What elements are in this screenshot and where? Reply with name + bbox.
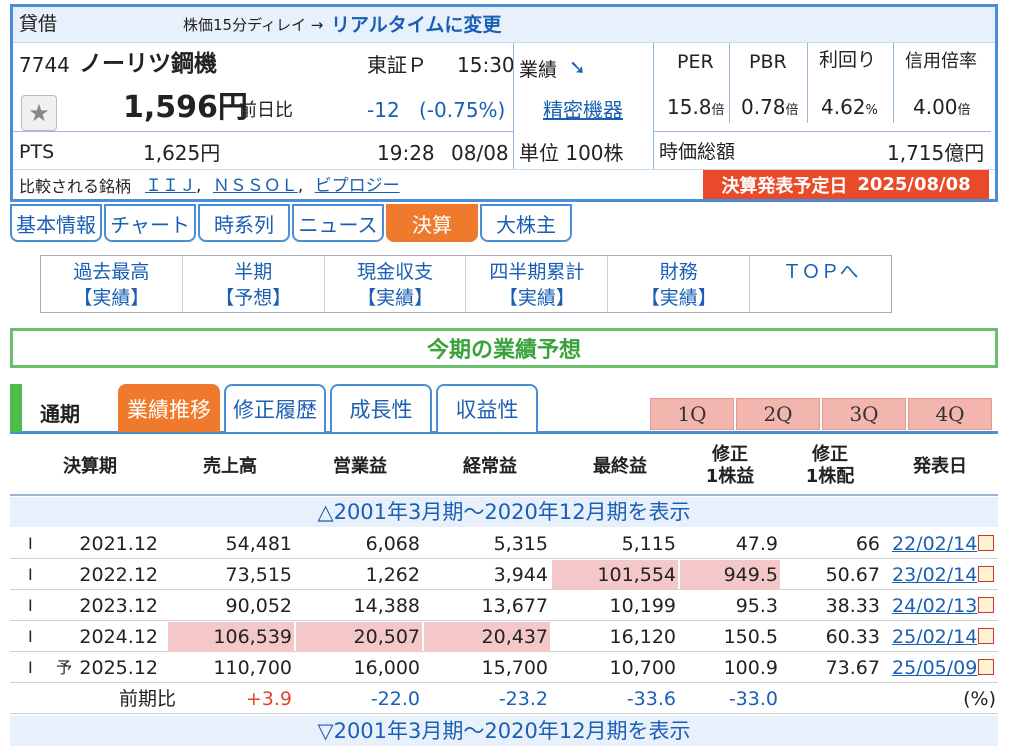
earnings-date-badge: 決算発表予定日 2025/08/08	[703, 170, 989, 199]
pbr-value: 0.78	[741, 95, 786, 119]
margin-ratio-value: 4.00	[913, 95, 958, 119]
yoy-row: 前期比 +3.9 -22.0 -23.2 -33.6 -33.0 (%)	[10, 684, 998, 714]
subnav-top[interactable]: ＴＯＰへ	[750, 256, 891, 312]
price-time: 15:30	[457, 53, 515, 77]
tab-profitability[interactable]: 収益性	[436, 384, 538, 432]
col-eps: 修正 1株益	[705, 444, 755, 487]
earnings-subnav: 過去最高 【実績】 半期 【予想】 現金収支 【実績】 四半期累計 【実績】 財務 【実績…	[40, 255, 892, 313]
period-label: 通期	[40, 402, 80, 426]
stock-name: ノーリツ鋼機	[79, 51, 217, 77]
collapse-history-toggle[interactable]: ▽2001年3月期～2020年12月期を表示	[10, 716, 998, 746]
tab-performance-trend[interactable]: 業績推移	[118, 384, 220, 432]
table-row: I 2023.12 90,052 14,388 13,677 10,199 95…	[10, 591, 998, 621]
compare-label: 比較される銘柄	[19, 177, 132, 196]
col-announce-date: 発表日	[913, 456, 967, 477]
tab-revision-history[interactable]: 修正履歴	[224, 384, 326, 432]
table-row: I 2024.12 106,539 20,507 20,437 16,120 1…	[10, 622, 998, 652]
subnav-financials[interactable]: 財務 【実績】	[608, 256, 751, 312]
forecast-banner: 今期の業績予想	[10, 328, 998, 368]
yield-label: 利回り	[819, 49, 877, 71]
subnav-cash-flow[interactable]: 現金収支 【実績】	[325, 256, 467, 312]
delay-note: 株価15分ディレイ →	[183, 16, 324, 34]
col-ordinary: 経常益	[463, 456, 517, 477]
performance-label: 業績	[519, 59, 558, 81]
current-price: 1,596円	[123, 90, 248, 125]
unit-shares: 単位 100株	[519, 141, 624, 165]
announce-date-link[interactable]: 25/05/09	[892, 657, 977, 679]
tab-basic-info[interactable]: 基本情報	[10, 204, 102, 242]
price-change: -12	[367, 98, 400, 122]
margin-type-label: 貸借	[19, 13, 58, 35]
table-row: I 予 2025.12 110,700 16,000 15,700 10,700…	[10, 653, 998, 683]
col-sales: 売上高	[203, 456, 257, 477]
compare-link-iij[interactable]: ＩＩＪ	[145, 176, 196, 196]
tab-timeseries[interactable]: 時系列	[198, 204, 290, 242]
quarter-4q-button[interactable]: 4Q	[908, 398, 992, 430]
realtime-link[interactable]: リアルタイムに変更	[331, 16, 501, 35]
compare-link-nssol[interactable]: ＮＳＳＯＬ	[213, 176, 298, 196]
per-value: 15.8	[667, 95, 712, 119]
expand-history-toggle[interactable]: △2001年3月期～2020年12月期を表示	[10, 497, 998, 527]
pts-time: 19:28	[377, 141, 435, 165]
price-change-pct: (-0.75%)	[419, 98, 506, 122]
per-label: PER	[677, 51, 714, 73]
header-top-bar: 貸借 株価15分ディレイ → リアルタイムに変更	[13, 7, 995, 43]
prev-day-label: 前日比	[239, 100, 293, 121]
compare-link-biprogy[interactable]: ビプロジー	[315, 176, 400, 196]
announce-date-link[interactable]: 24/02/13	[892, 595, 977, 617]
table-row: I 2022.12 73,515 1,262 3,944 101,554 949…	[10, 560, 998, 590]
market-cap-label: 時価総額	[659, 141, 736, 163]
pdf-icon[interactable]	[978, 627, 995, 644]
quarter-2q-button[interactable]: 2Q	[736, 398, 820, 430]
subnav-record-high[interactable]: 過去最高 【実績】	[41, 256, 183, 312]
tab-growth[interactable]: 成長性	[330, 384, 432, 432]
tab-chart[interactable]: チャート	[104, 204, 196, 242]
tab-major-shareholders[interactable]: 大株主	[480, 204, 572, 242]
tab-news[interactable]: ニュース	[292, 204, 384, 242]
market-cap-value: 1,715億円	[887, 141, 985, 165]
yield-value: 4.62	[821, 95, 866, 119]
announce-date-link[interactable]: 23/02/14	[892, 564, 977, 586]
quarter-3q-button[interactable]: 3Q	[822, 398, 906, 430]
pdf-icon[interactable]	[978, 565, 995, 582]
favorite-star-icon[interactable]: ★	[21, 95, 57, 131]
pts-date: 08/08	[451, 141, 509, 165]
col-dividend: 修正 1株配	[805, 444, 855, 487]
subnav-quarterly[interactable]: 四半期累計 【実績】	[466, 256, 609, 312]
forecast-tabs: 通期 業績推移 修正履歴 成長性 収益性 1Q 2Q 3Q 4Q	[10, 384, 998, 434]
announce-date-link[interactable]: 25/02/14	[892, 626, 977, 648]
subnav-half-year[interactable]: 半期 【予想】	[183, 256, 325, 312]
stock-code: 7744	[19, 53, 70, 77]
pdf-icon[interactable]	[978, 596, 995, 613]
market-label: 東証Ｐ	[367, 53, 427, 77]
sector-link[interactable]: 精密機器	[543, 100, 623, 120]
tab-earnings[interactable]: 決算	[386, 204, 478, 242]
col-net: 最終益	[593, 456, 647, 477]
stock-header: 貸借 株価15分ディレイ → リアルタイムに変更 7744 ノーリツ鋼機 東証Ｐ…	[10, 4, 998, 202]
pts-label: PTS	[19, 141, 55, 163]
col-operating: 営業益	[333, 456, 387, 477]
col-period: 決算期	[63, 456, 117, 477]
margin-ratio-label: 信用倍率	[905, 51, 977, 72]
pbr-label: PBR	[749, 51, 787, 73]
trend-down-arrow-icon: ➘	[569, 55, 586, 79]
pdf-icon[interactable]	[978, 534, 995, 551]
quarter-1q-button[interactable]: 1Q	[650, 398, 734, 430]
announce-date-link[interactable]: 22/02/14	[892, 533, 977, 555]
pts-price: 1,625円	[143, 141, 221, 165]
earnings-table-header: 決算期 売上高 営業益 経常益 最終益 修正 1株益 修正 1株配 発表日	[10, 440, 998, 496]
pdf-icon[interactable]	[978, 658, 995, 675]
table-row: I 2021.12 54,481 6,068 5,315 5,115 47.9 …	[10, 529, 998, 559]
